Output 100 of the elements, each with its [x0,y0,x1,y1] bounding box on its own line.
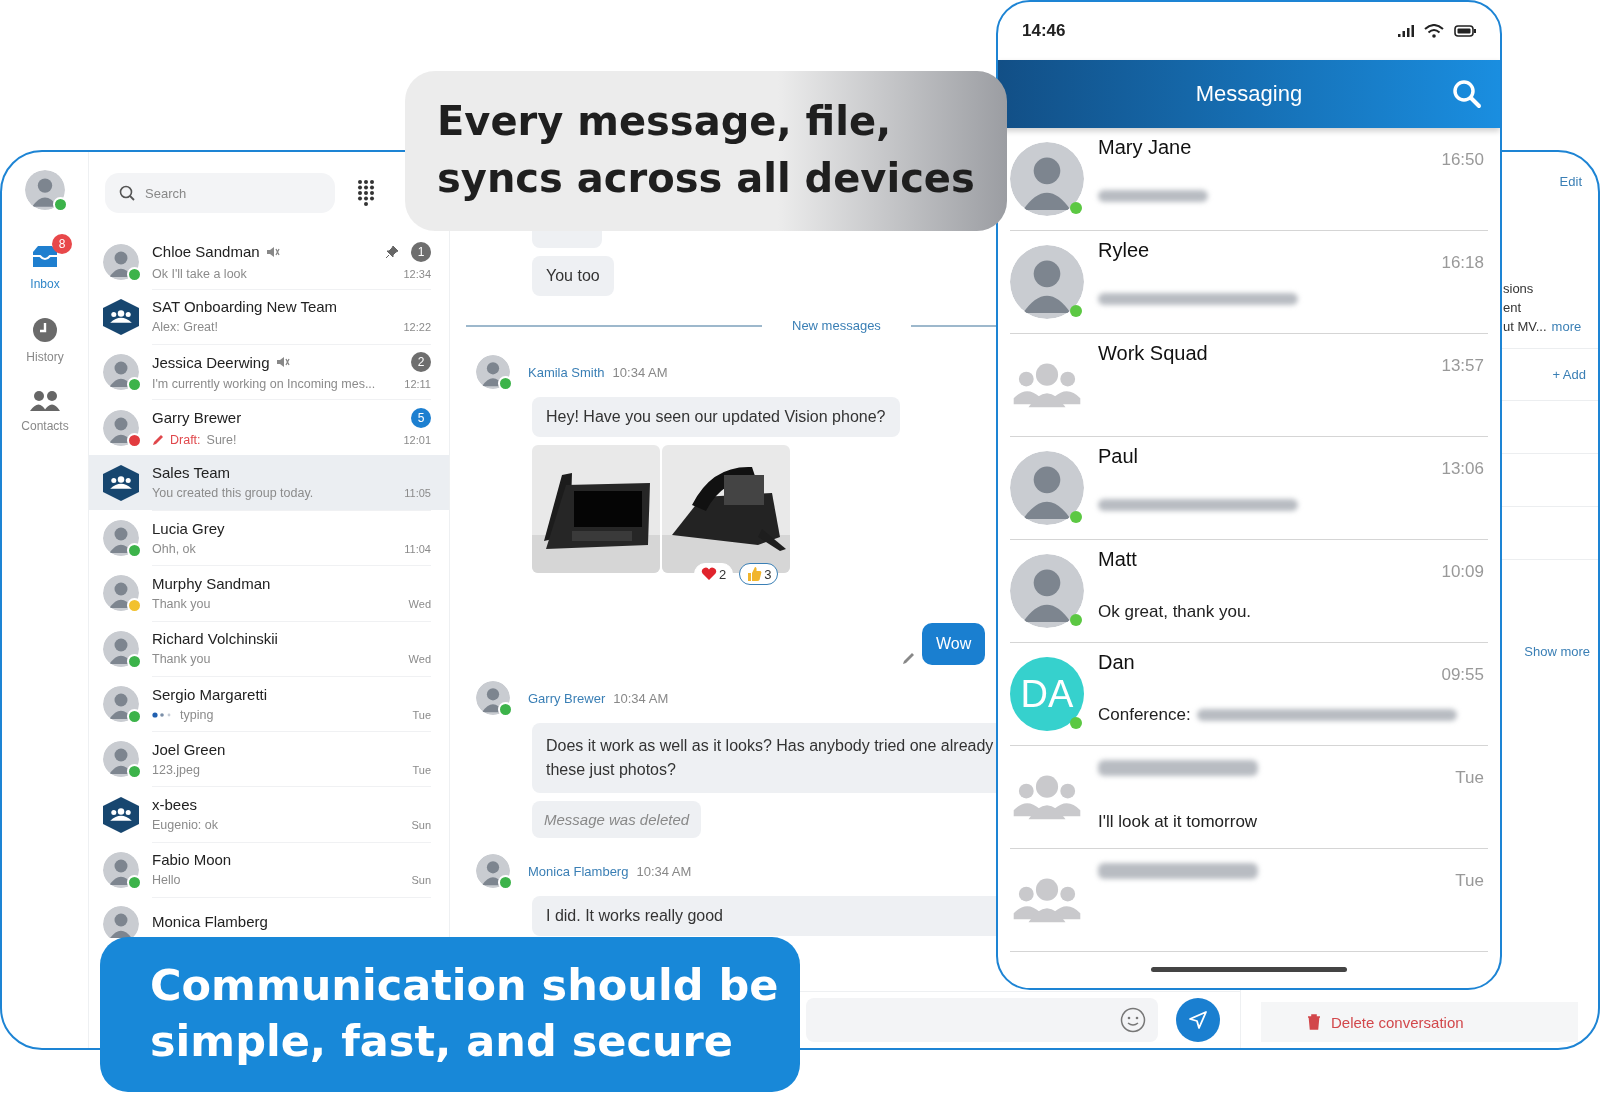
show-more-link[interactable]: Show more [1524,644,1590,659]
conversation-item[interactable]: Joel Green 123.jpeg Tue [89,731,449,787]
message-time: Tue [1455,871,1484,891]
message-time: 12:22 [403,321,431,334]
message-preview: Thank you [152,652,211,667]
conversation-item[interactable]: SAT Onboarding New Team Alex: Great! 12:22 [89,289,449,345]
contact-name: Sergio Margaretti [152,685,268,703]
sender-name[interactable]: Kamila Smith [528,364,605,380]
message-time: 13:57 [1441,356,1484,376]
message-time: 12:11 [404,378,431,391]
conversation-item[interactable]: Matt 10:09 Ok great, thank you. [1010,540,1488,643]
conversation-item[interactable]: Sales Team You created this group today. 11:05 [89,455,449,511]
headline-text: syncs across all devices [437,154,976,203]
conversation-item[interactable]: DA Dan 09:55 Conference: [1010,643,1488,746]
message-preview: Sure! [206,432,237,447]
conversation-item[interactable]: Jessica Deerwing 2 I'm currently working on Incoming mes... 12:11 [89,344,449,400]
person-avatar [103,575,139,612]
message-time: Tue [412,763,431,776]
nav-item[interactable]: Contacts [7,378,83,433]
message-preview: Eugenio: ok [152,818,219,833]
headline-text: Every message, file, [437,97,893,146]
send-button[interactable] [1176,998,1220,1042]
message-time: 12:01 [403,433,431,446]
message-time: Tue [1455,768,1484,788]
person-avatar [103,686,139,722]
message-preview: Ok great, thank you. [1098,602,1252,622]
new-messages-label: New messages [792,318,881,333]
delete-conversation-button[interactable]: Delete conversation [1261,1002,1578,1042]
contact-name: Chloe Sandman [152,243,260,261]
clock-icon [32,317,58,343]
nav-item[interactable]: 8 Inbox [16,232,74,291]
profile-avatar [25,170,65,210]
edit-link[interactable]: Edit [1559,174,1582,189]
contact-name: Garry Brewer [152,409,242,427]
search-field[interactable]: Search [105,173,335,213]
contact-name: Sales Team [152,464,231,482]
sender-name[interactable]: Monica Flamberg [528,863,629,879]
conversation-item[interactable]: Sergio Margaretti typing Tue [89,676,449,732]
group-avatar [103,796,139,833]
group-avatar [103,464,139,501]
trash-icon [1307,1014,1321,1030]
message-preview: Alex: Great! [152,320,218,335]
pencil-icon [902,651,916,665]
conversation-item[interactable]: Rylee 16:18 [1010,231,1488,334]
unread-badge: 2 [411,352,431,373]
conversation-item[interactable]: Fabio Moon Hello Sun [89,842,449,898]
person-avatar [103,630,139,667]
message-preview: typing [180,707,214,722]
message-time: 11:05 [404,487,431,500]
battery-icon [1454,25,1476,37]
nav-item[interactable]: History [12,305,78,364]
message-time: 10:34 AM [612,364,668,380]
sender-name[interactable]: Garry Brewer [528,690,606,706]
message-time: 16:18 [1441,253,1484,273]
contact-name: Jessica Deerwing [152,353,270,371]
message-bubble: You too [532,256,614,296]
add-link[interactable]: + Add [1552,367,1586,382]
message-preview: You created this group today. [152,486,314,501]
message-time: 12:34 [403,267,431,280]
conversation-item[interactable]: Work Squad 13:57 [1010,334,1488,437]
message-time: 10:09 [1441,562,1484,582]
clock-time: 14:46 [1022,21,1066,41]
conversation-item[interactable]: Tue I'll look at it tomorrow [1010,746,1488,849]
search-icon[interactable] [1452,79,1482,109]
message-field[interactable] [806,998,1158,1042]
dialpad-icon[interactable] [357,179,375,207]
message-time: 10:34 AM [636,863,692,879]
conversation-item[interactable]: Richard Volchinskii Thank you Wed [89,621,449,677]
message-preview: Ohh, ok [152,541,196,556]
conversation-item[interactable]: x-bees Eugenio: ok Sun [89,786,449,843]
person-avatar [103,741,139,778]
message-time: 16:50 [1441,150,1484,170]
emoji-icon[interactable] [1120,1007,1146,1033]
initials-avatar: DA [1010,657,1084,731]
signal-icon [1398,25,1414,37]
contact-name: Matt [1098,548,1137,571]
conversation-item[interactable]: Chloe Sandman 1 Ok I'll take a look 12:34 [89,234,449,290]
description-text: sions [1503,281,1535,296]
person-avatar [103,243,139,280]
heart-icon [701,567,717,581]
reaction-button[interactable]: 3 [739,563,779,585]
conversation-item[interactable]: Paul 13:06 [1010,437,1488,540]
contact-name: Fabio Moon [152,851,232,869]
contact-name: Rylee [1098,239,1150,262]
conversation-item[interactable]: Lucia Grey Ohh, ok 11:04 [89,510,449,566]
count-badge: 8 [52,234,72,254]
conversation-item[interactable]: Murphy Sandman Thank you Wed [89,565,449,622]
message-preview: Thank you [152,596,211,611]
contact-name: Joel Green [152,740,226,758]
person-avatar [103,905,139,938]
headline-text: Communication should be [150,959,780,1012]
message-time: 10:34 AM [613,690,669,706]
draft-label: Draft: [170,432,201,447]
more-link[interactable]: more [1551,319,1582,334]
message-time: 13:06 [1441,459,1484,479]
send-icon [1188,1010,1208,1030]
conversation-item[interactable]: Mary Jane 16:50 [1010,128,1488,231]
message-preview: I'm currently working on Incoming mes... [152,377,376,392]
message-bubble: Wow [922,623,986,665]
headline-text: simple, fast, and secure [150,1015,734,1068]
